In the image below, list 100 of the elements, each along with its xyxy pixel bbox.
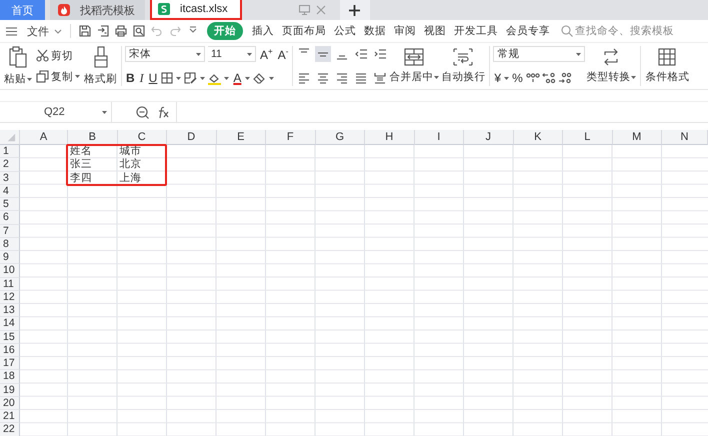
menu-tab[interactable]: 公式 [331, 22, 359, 40]
caret-icon [631, 76, 636, 78]
column-header[interactable]: E [216, 130, 266, 145]
row-header[interactable]: 12 [0, 290, 20, 304]
menu-tab[interactable]: 视图 [421, 22, 449, 40]
number-format-dropdown[interactable]: 常规 [493, 46, 586, 62]
name-box[interactable]: Q22 [0, 102, 112, 122]
save-icon[interactable] [79, 25, 91, 37]
font-size-button[interactable]: A$^{-}$ [276, 46, 290, 62]
tab[interactable]: 首页 [0, 0, 45, 20]
row-header[interactable]: 18 [0, 370, 20, 384]
ribbon-button[interactable]: 格式刷 [83, 46, 118, 86]
row-header[interactable]: 13 [0, 304, 20, 318]
menu-tab[interactable]: 开发工具 [451, 22, 501, 40]
function-icon[interactable] [157, 106, 170, 118]
zoom-icon[interactable] [136, 106, 149, 118]
column-header[interactable]: B [68, 130, 118, 145]
row-header[interactable]: 17 [0, 357, 20, 370]
ribbon-button[interactable]: 复制 [36, 70, 80, 84]
menu-tab[interactable]: 页面布局 [279, 22, 329, 40]
row-header[interactable]: 3 [0, 172, 20, 185]
tab[interactable]: itcast.xlsx [150, 0, 242, 20]
italic-button[interactable]: I [138, 70, 145, 86]
caret-icon [576, 52, 582, 56]
row-header[interactable]: 15 [0, 330, 20, 344]
copy-icon[interactable] [36, 70, 49, 83]
font-size-button[interactable]: A$^{+}$ [259, 46, 274, 62]
tab[interactable]: 找稻壳模板 [50, 0, 145, 20]
font-name-dropdown[interactable]: 宋体 [125, 46, 205, 62]
font-color-button[interactable]: A [232, 71, 242, 85]
wrap-text-icon[interactable] [453, 48, 474, 66]
decrease-decimal-icon[interactable] [558, 72, 572, 84]
ribbon-button[interactable]: 剪切 [36, 48, 80, 62]
bold-button[interactable]: B [125, 71, 136, 85]
ribbon-button[interactable]: 条件格式 [644, 48, 690, 84]
column-header[interactable]: K [514, 130, 563, 145]
row-header[interactable]: 1 [0, 145, 20, 158]
borders-icon[interactable] [161, 72, 174, 84]
column-header[interactable]: I [414, 130, 464, 145]
print-preview-icon[interactable] [133, 25, 145, 37]
row-header[interactable]: 8 [0, 238, 20, 251]
row-header[interactable]: 5 [0, 198, 20, 212]
table-cell-text: 李四 [69, 172, 93, 185]
menu-tab[interactable]: 插入 [249, 22, 277, 40]
thousands-separator-icon[interactable] [526, 72, 540, 84]
file-menu[interactable]: 文件 [27, 24, 62, 38]
convert-icon[interactable] [602, 48, 620, 66]
font-size-dropdown[interactable]: 11 [208, 46, 256, 62]
merge-cells-icon[interactable] [404, 48, 424, 66]
menu-tab[interactable]: 数据 [361, 22, 389, 40]
search-field[interactable]: 查找命令、搜索模板 [575, 25, 708, 37]
eraser-icon[interactable] [253, 72, 266, 84]
row-header[interactable]: 10 [0, 264, 20, 278]
column-header[interactable]: J [464, 130, 514, 145]
align-middle-icon[interactable] [315, 46, 332, 62]
export-icon[interactable] [97, 25, 109, 37]
row-header[interactable]: 2 [0, 158, 20, 172]
clipboard-icon[interactable] [8, 46, 28, 68]
row-header[interactable]: 11 [0, 278, 20, 291]
row-header[interactable]: 7 [0, 224, 20, 238]
ribbon-button[interactable]: 类型转换 [585, 48, 638, 84]
currency-button[interactable]: ¥ [493, 71, 502, 85]
column-header[interactable]: G [316, 130, 365, 145]
print-icon[interactable] [115, 25, 127, 37]
ribbon-button[interactable]: 粘贴 [3, 46, 33, 86]
align-distributed-icon[interactable] [372, 70, 388, 86]
row-header[interactable]: 21 [0, 410, 20, 424]
menu-icon[interactable] [6, 26, 17, 36]
column-header[interactable]: N [662, 130, 708, 145]
row-header[interactable]: 20 [0, 396, 20, 410]
column-header[interactable]: M [612, 130, 662, 145]
row-header[interactable]: 14 [0, 317, 20, 330]
increase-decimal-icon[interactable] [542, 72, 556, 84]
caret-icon [196, 52, 201, 56]
row-header[interactable]: 16 [0, 344, 20, 357]
fill-color-icon[interactable] [208, 72, 222, 84]
column-header[interactable]: D [167, 130, 216, 145]
column-header[interactable]: C [118, 130, 167, 145]
row-header[interactable]: 22 [0, 423, 20, 436]
row-header[interactable]: 4 [0, 184, 20, 198]
table-grid-icon[interactable] [658, 48, 676, 66]
row-header[interactable]: 6 [0, 211, 20, 224]
caret-icon [245, 76, 250, 80]
paint-brush-icon[interactable] [92, 46, 110, 68]
row-header[interactable]: 19 [0, 384, 20, 397]
underline-button[interactable]: U [148, 71, 158, 85]
column-header[interactable]: H [365, 130, 414, 145]
cell-style-icon[interactable] [184, 72, 198, 84]
percent-button[interactable]: % [511, 71, 524, 85]
plus-icon [349, 4, 360, 16]
column-header[interactable]: F [266, 130, 316, 145]
scissors-icon[interactable] [36, 49, 49, 62]
column-header[interactable]: L [563, 130, 612, 145]
column-header[interactable]: A [20, 130, 68, 145]
new-tab-button[interactable] [340, 0, 370, 20]
ribbon-button[interactable]: 自动换行 [440, 48, 486, 84]
ribbon-button[interactable]: 合并居中 [388, 48, 440, 84]
menu-tab[interactable]: 会员专享 [503, 22, 553, 40]
row-header[interactable]: 9 [0, 251, 20, 264]
menu-tab[interactable]: 审阅 [391, 22, 419, 40]
